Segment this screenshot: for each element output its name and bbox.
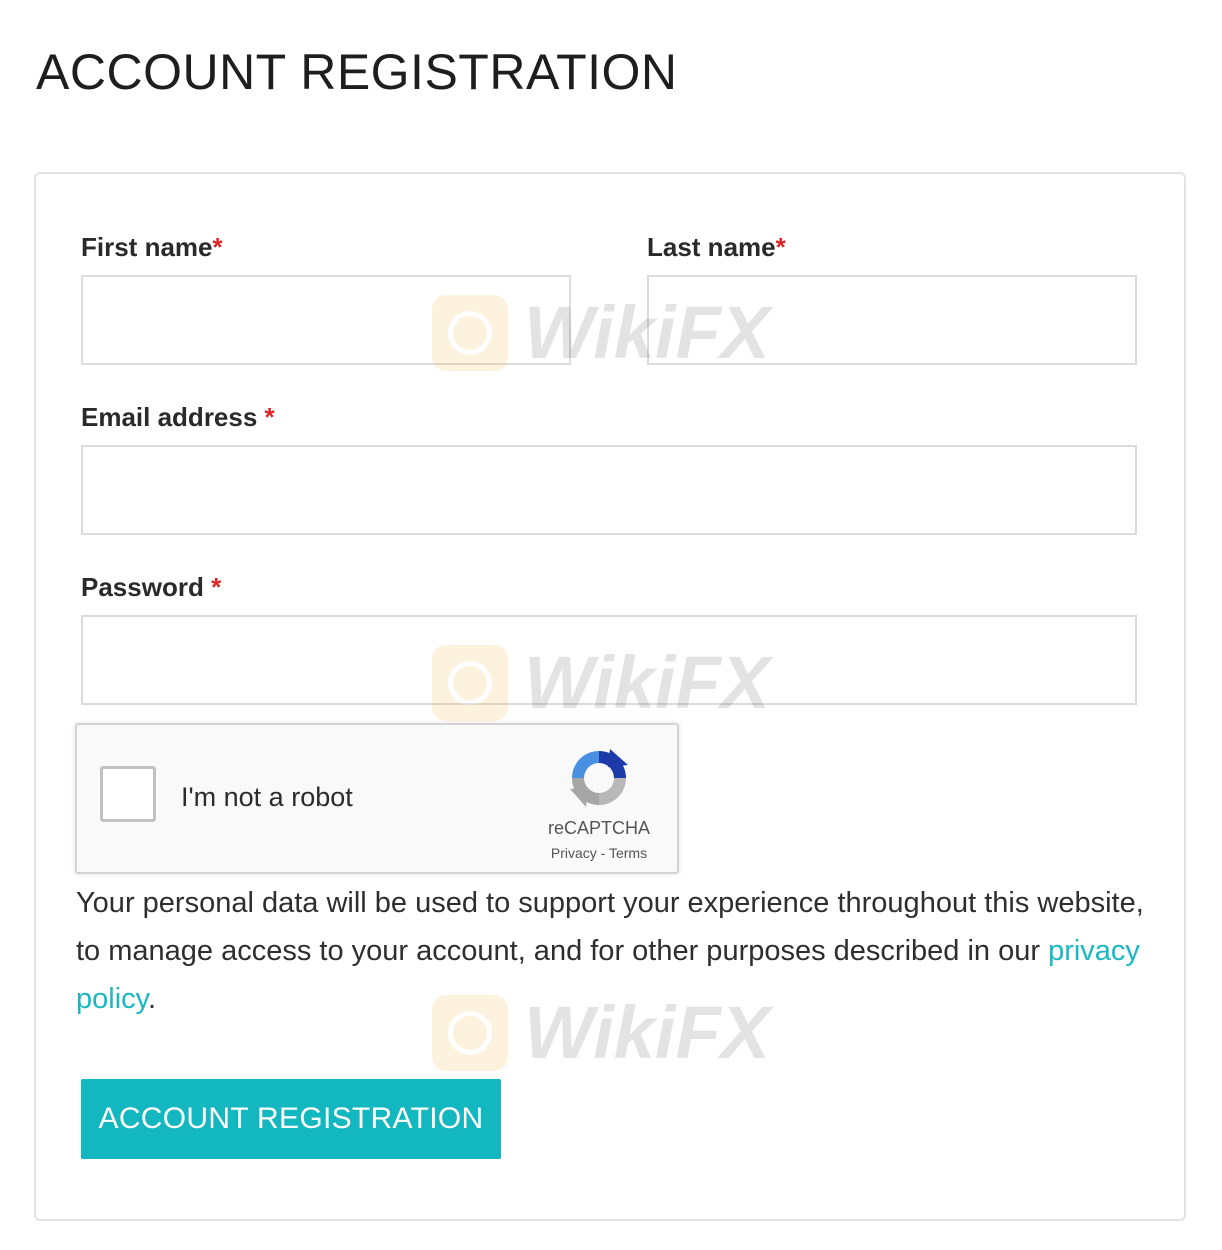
recaptcha-privacy-link[interactable]: Privacy — [551, 845, 597, 861]
recaptcha-brand: reCAPTCHA — [547, 818, 650, 838]
last-name-input[interactable] — [647, 275, 1137, 365]
privacy-notice-period: . — [148, 983, 157, 1015]
privacy-notice: Your personal data will be used to suppo… — [76, 879, 1156, 1023]
password-input[interactable] — [81, 615, 1137, 705]
required-marker: * — [775, 232, 786, 262]
first-name-label-text: First name — [81, 232, 213, 262]
last-name-label: Last name* — [647, 231, 786, 263]
required-marker: * — [264, 402, 275, 432]
recaptcha-checkbox[interactable] — [100, 766, 156, 822]
email-input[interactable] — [81, 445, 1137, 535]
recaptcha-logo-icon — [570, 749, 628, 807]
password-label-text: Password — [81, 572, 204, 602]
password-label: Password * — [81, 571, 221, 603]
last-name-label-text: Last name — [647, 232, 776, 262]
first-name-input[interactable] — [81, 275, 571, 365]
first-name-label: First name* — [81, 231, 223, 263]
required-marker: * — [212, 232, 223, 262]
recaptcha-links: Privacy - Terms — [540, 843, 658, 863]
required-marker: * — [211, 572, 222, 602]
email-label: Email address * — [81, 401, 275, 433]
recaptcha-separator: - — [596, 845, 609, 861]
email-label-text: Email address — [81, 402, 258, 432]
account-registration-button[interactable]: ACCOUNT REGISTRATION — [81, 1079, 501, 1159]
recaptcha-label: I'm not a robot — [181, 782, 353, 812]
recaptcha-terms-link[interactable]: Terms — [609, 845, 647, 861]
privacy-notice-text: Your personal data will be used to suppo… — [76, 887, 1144, 967]
page-title: ACCOUNT REGISTRATION — [36, 44, 678, 100]
